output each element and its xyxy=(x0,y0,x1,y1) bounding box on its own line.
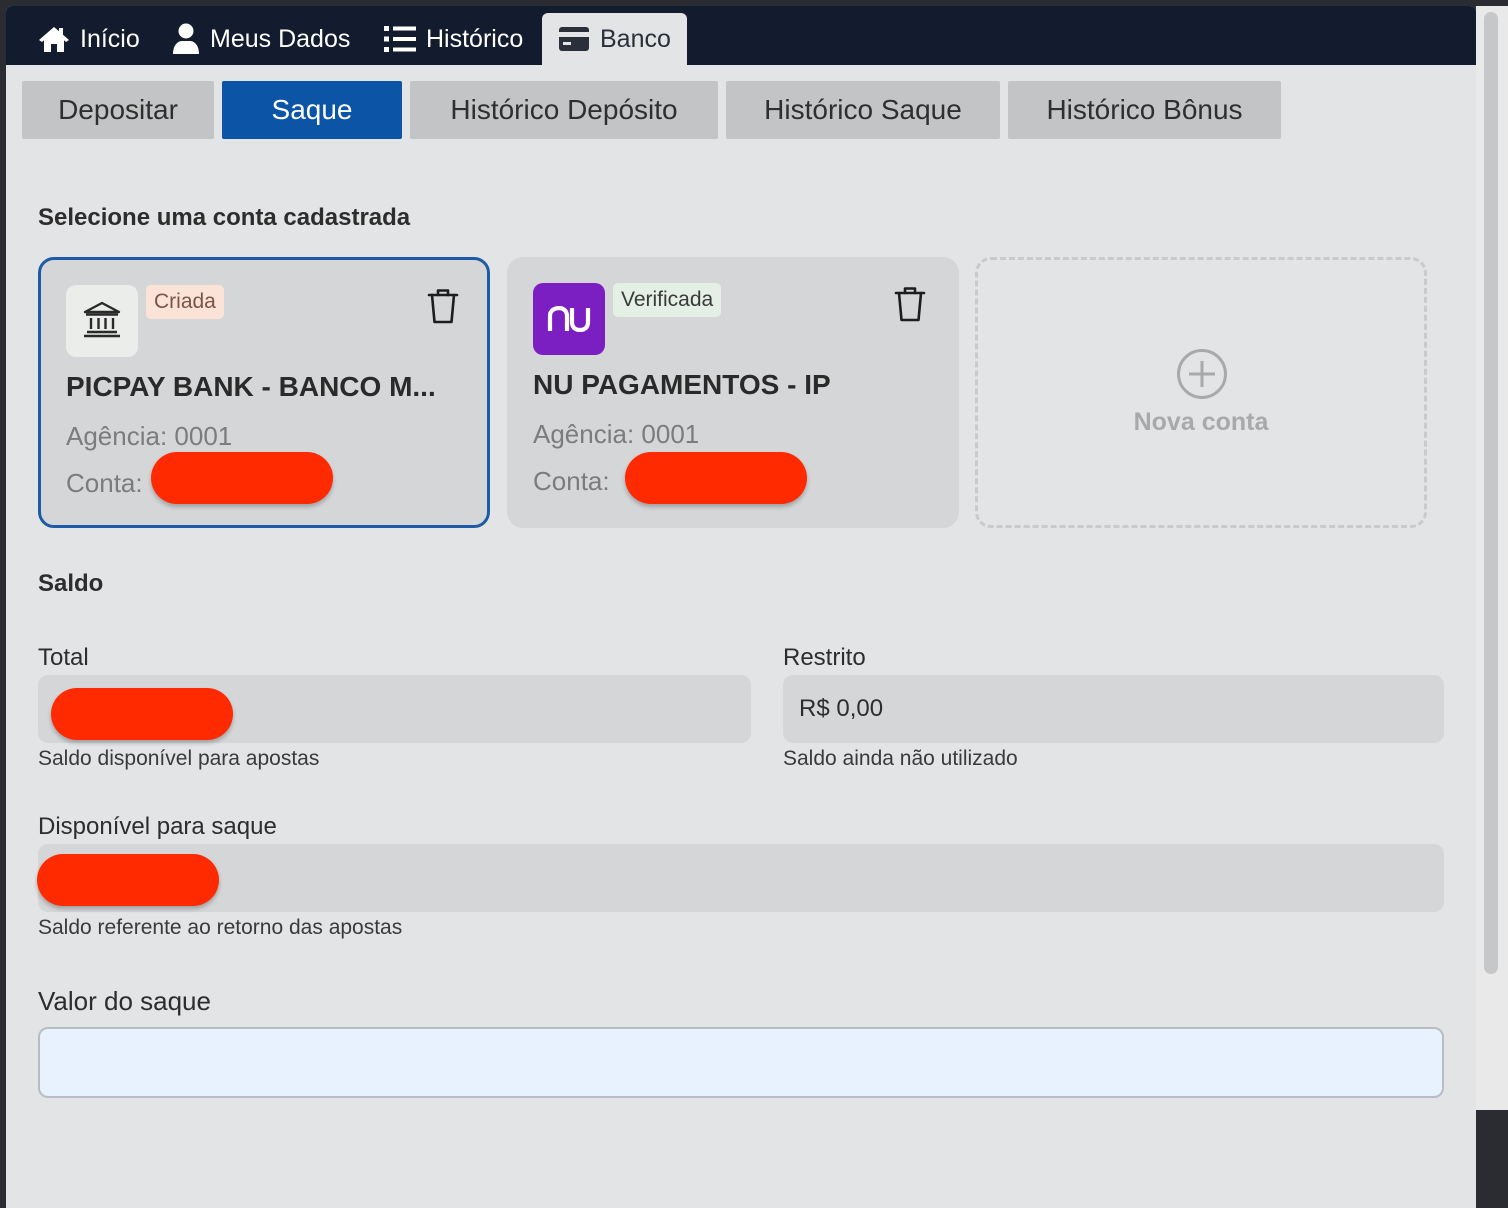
nubank-logo xyxy=(533,283,605,355)
agencia-text: Agência: 0001 xyxy=(66,421,233,451)
total-help: Saldo disponível para apostas xyxy=(38,747,320,770)
top-navigation: Início Meus Dados Histórico Banco xyxy=(6,6,1476,65)
bank-name: NU PAGAMENTOS - IP xyxy=(533,369,831,400)
restrito-help: Saldo ainda não utilizado xyxy=(783,747,1018,770)
status-badge: Verificada xyxy=(613,283,722,317)
new-account-label: Nova conta xyxy=(1133,408,1269,436)
account-card-picpay[interactable]: Criada PICPAY BANK - BANCO M... Agência:… xyxy=(38,257,490,528)
bank-building-icon xyxy=(82,300,122,343)
disponivel-label: Disponível para saque xyxy=(38,813,277,840)
bank-name: PICPAY BANK - BANCO M... xyxy=(66,371,436,402)
nav-item-meus-dados[interactable]: Meus Dados xyxy=(172,13,350,65)
tab-depositar[interactable]: Depositar xyxy=(22,81,214,139)
redaction-mark xyxy=(625,452,807,504)
restrito-value: R$ 0,00 xyxy=(799,695,884,722)
redaction-mark xyxy=(151,452,333,504)
credit-card-icon xyxy=(558,26,590,52)
redaction-mark xyxy=(37,854,219,906)
bank-logo xyxy=(66,285,138,357)
user-icon xyxy=(172,23,200,55)
trash-icon[interactable] xyxy=(426,287,460,330)
restrito-field: R$ 0,00 xyxy=(783,675,1444,743)
nav-item-label: Meus Dados xyxy=(210,24,351,53)
disponivel-field xyxy=(38,844,1444,912)
nav-item-historico[interactable]: Histórico xyxy=(384,13,523,65)
accounts-title: Selecione uma conta cadastrada xyxy=(38,204,411,231)
nav-item-banco[interactable]: Banco xyxy=(542,13,687,65)
redaction-mark xyxy=(51,688,233,740)
list-icon xyxy=(384,25,416,53)
home-icon xyxy=(38,25,70,53)
status-badge: Criada xyxy=(146,285,224,319)
conta-label: Conta: xyxy=(533,466,610,496)
scrollbar-thumb[interactable] xyxy=(1484,12,1498,974)
plus-circle-icon xyxy=(1176,348,1228,405)
app-window: Início Meus Dados Histórico Banco Deposi… xyxy=(6,6,1476,1208)
disponivel-help: Saldo referente ao retorno das apostas xyxy=(38,916,403,939)
nav-item-inicio[interactable]: Início xyxy=(38,13,140,65)
nav-item-label: Início xyxy=(80,24,140,53)
nav-item-label: Histórico xyxy=(426,24,524,53)
tab-historico-bonus[interactable]: Histórico Bônus xyxy=(1008,81,1281,139)
agencia-text: Agência: 0001 xyxy=(533,419,700,449)
valor-saque-input[interactable] xyxy=(38,1027,1444,1098)
tab-historico-deposito[interactable]: Histórico Depósito xyxy=(410,81,718,139)
conta-label: Conta: xyxy=(66,468,143,498)
account-card-nubank[interactable]: Verificada NU PAGAMENTOS - IP Agência: 0… xyxy=(507,257,959,528)
tab-saque[interactable]: Saque xyxy=(222,81,402,139)
total-label: Total xyxy=(38,644,89,671)
valor-saque-label: Valor do saque xyxy=(38,986,211,1016)
saldo-title: Saldo xyxy=(38,570,104,597)
nav-item-label: Banco xyxy=(600,24,671,53)
new-account-button[interactable]: Nova conta xyxy=(975,257,1427,528)
trash-icon[interactable] xyxy=(893,285,927,328)
tab-historico-saque[interactable]: Histórico Saque xyxy=(726,81,1000,139)
restrito-label: Restrito xyxy=(783,644,866,671)
